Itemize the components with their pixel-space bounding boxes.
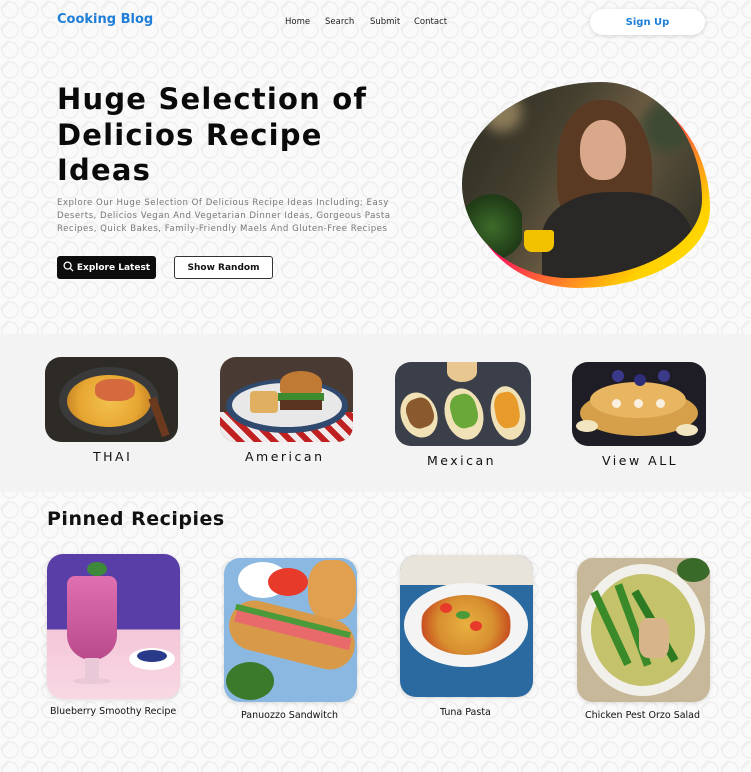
- pancakes-image: [572, 362, 706, 446]
- burger-image: [220, 357, 353, 442]
- category-view-all[interactable]: View ALL: [572, 362, 706, 468]
- tacos-image: [395, 362, 531, 446]
- carousel-dot[interactable]: [612, 399, 621, 408]
- top-nav: Cooking Blog Home Search Submit Contact …: [0, 0, 751, 44]
- nav-link-search[interactable]: Search: [325, 17, 354, 27]
- pinned-recipe-card[interactable]: Tuna Pasta: [400, 555, 533, 718]
- woman-eating-photo: [462, 82, 702, 278]
- pinned-recipe-card[interactable]: Blueberry Smoothy Recipe: [47, 554, 180, 717]
- tuna-pasta-image: [400, 555, 533, 697]
- thai-curry-image: [45, 357, 178, 442]
- category-thai[interactable]: THAI: [45, 357, 178, 464]
- site-logo[interactable]: Cooking Blog: [57, 12, 153, 27]
- category-american[interactable]: American: [220, 357, 353, 464]
- chicken-pesto-orzo-salad-image: [577, 558, 710, 702]
- carousel-dot[interactable]: [656, 399, 665, 408]
- explore-latest-button[interactable]: Explore Latest: [57, 256, 156, 279]
- signup-button[interactable]: Sign Up: [590, 9, 705, 35]
- explore-latest-label: Explore Latest: [76, 262, 151, 273]
- show-random-button[interactable]: Show Random: [174, 256, 273, 279]
- pinned-section-title: Pinned Recipies: [47, 508, 225, 530]
- blueberry-smoothie-image: [47, 554, 180, 699]
- nav-link-home[interactable]: Home: [285, 17, 310, 27]
- category-mexican[interactable]: Mexican: [395, 362, 531, 468]
- nav-link-contact[interactable]: Contact: [414, 17, 447, 27]
- category-label-view-all: View ALL: [602, 453, 679, 468]
- search-icon: [63, 260, 74, 275]
- category-label-mexican: Mexican: [427, 453, 497, 468]
- pinned-recipe-label: Blueberry Smoothy Recipe: [50, 706, 177, 717]
- category-label-thai: THAI: [93, 449, 133, 464]
- category-label-american: American: [245, 449, 325, 464]
- panuozzo-sandwich-image: [224, 558, 357, 702]
- hero-title: Huge Selection of Delicios Recipe Ideas: [57, 82, 368, 187]
- pinned-recipe-label: Panuozzo Sandwitch: [241, 710, 339, 721]
- pinned-recipe-label: Chicken Pest Orzo Salad: [585, 710, 701, 721]
- carousel-dot[interactable]: [634, 399, 643, 408]
- pinned-recipe-card[interactable]: Chicken Pest Orzo Salad: [577, 558, 710, 721]
- pinned-recipe-label: Tuna Pasta: [440, 707, 491, 718]
- pinned-recipe-card[interactable]: Panuozzo Sandwitch: [224, 558, 357, 721]
- hero-image: [460, 80, 710, 290]
- hero-description: Explore Our Huge Selection Of Delicious …: [57, 198, 391, 234]
- nav-link-submit[interactable]: Submit: [370, 17, 400, 27]
